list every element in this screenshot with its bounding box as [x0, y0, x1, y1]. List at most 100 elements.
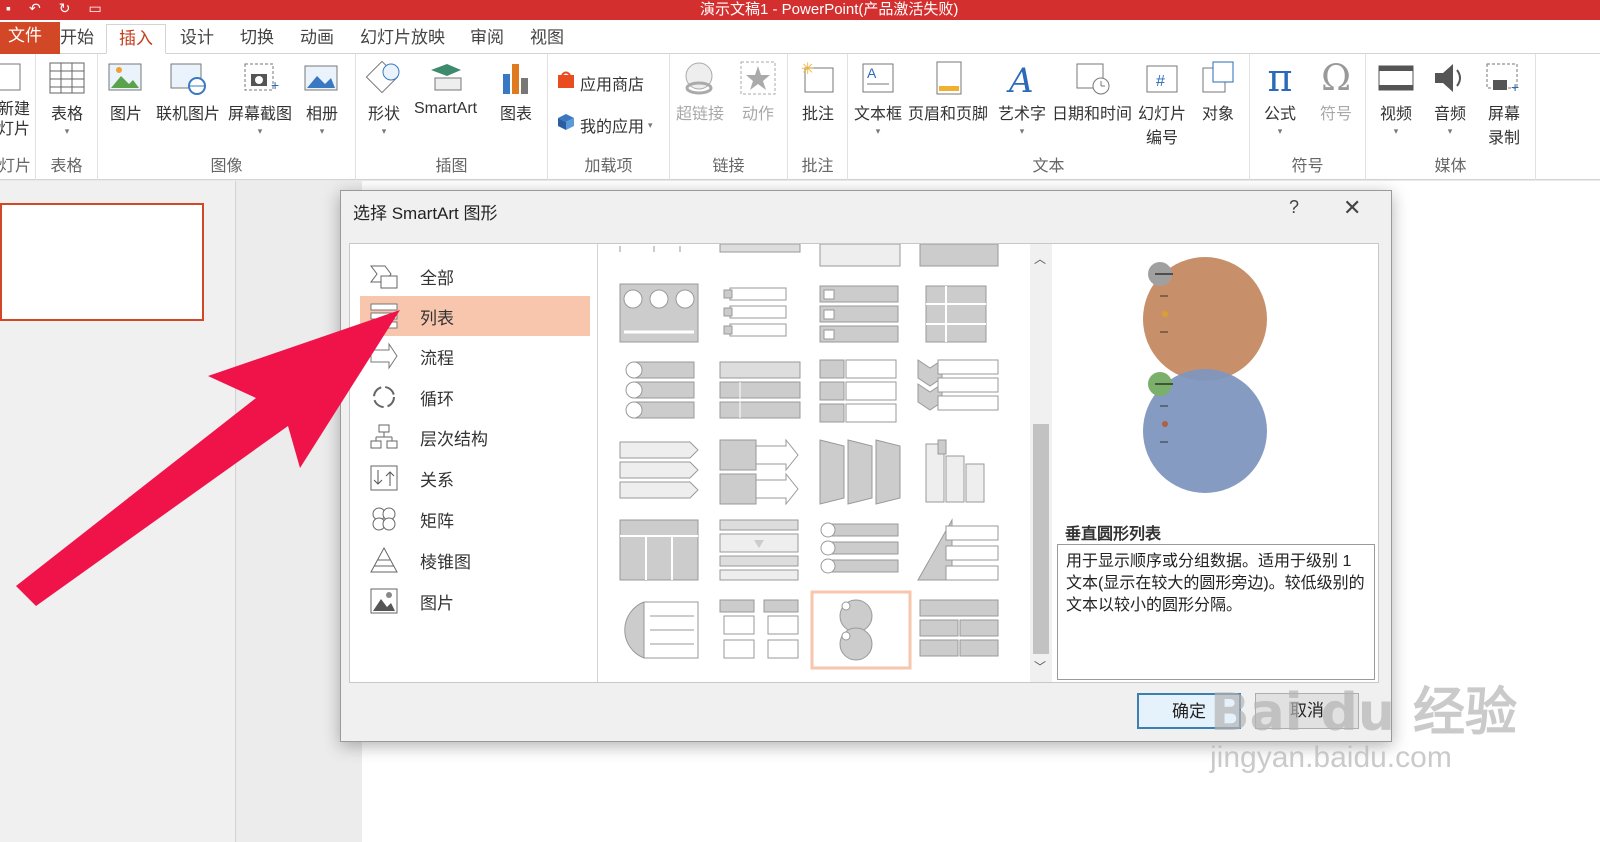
header-footer-label: 页眉和页脚 — [908, 106, 989, 123]
date-time-label: 日期和时间 — [1052, 106, 1133, 123]
tab-review[interactable]: 审阅 — [458, 24, 516, 54]
layout-thumbnail[interactable] — [719, 438, 799, 506]
layout-thumbnail[interactable] — [619, 519, 699, 581]
layout-thumbnail[interactable] — [919, 599, 999, 657]
slide-number-label-1: 幻灯片 — [1138, 106, 1187, 123]
layout-thumbnail[interactable] — [819, 244, 901, 267]
audio-button[interactable]: 音频 ▾ — [1430, 58, 1470, 137]
wordart-button[interactable]: A 艺术字 ▾ — [998, 58, 1046, 137]
object-icon — [1198, 58, 1238, 98]
layout-thumbnail[interactable] — [820, 522, 899, 574]
screen-recording-button[interactable]: + 屏幕 录制 — [1484, 58, 1524, 148]
video-button[interactable]: 视频 ▾ — [1376, 58, 1416, 137]
layout-thumbnail[interactable] — [917, 518, 999, 581]
comment-icon: ✳ — [798, 58, 838, 98]
save-icon[interactable]: ▪ — [6, 0, 11, 17]
caret-icon: ▾ — [1277, 126, 1283, 136]
layout-thumbnail[interactable] — [624, 601, 699, 659]
tab-slideshow[interactable]: 幻灯片放映 — [348, 24, 457, 54]
preview-name: 垂直圆形列表 — [1065, 526, 1162, 543]
tab-view[interactable]: 视图 — [518, 24, 576, 54]
caret-icon: ▾ — [648, 120, 653, 130]
layout-thumbnail[interactable] — [619, 283, 699, 343]
date-time-button[interactable]: 日期和时间 — [1052, 58, 1132, 124]
screenshot-label: 屏幕截图 — [228, 106, 293, 123]
tab-design[interactable]: 设计 — [168, 24, 226, 54]
dialog-title: 选择 SmartArt 图形 — [353, 204, 498, 223]
layout-thumbnail[interactable] — [917, 359, 999, 411]
redo-icon[interactable]: ↻ — [59, 0, 71, 17]
wordart-icon: A — [1002, 58, 1042, 98]
scroll-down-icon[interactable]: ﹀ — [1034, 658, 1046, 675]
new-slide-icon — [0, 58, 26, 98]
scrollbar-thumb[interactable] — [1033, 424, 1049, 654]
textbox-button[interactable]: A 文本框 ▾ — [854, 58, 902, 137]
header-footer-button[interactable]: 页眉和页脚 — [908, 58, 988, 124]
layout-thumbnail[interactable] — [925, 439, 985, 503]
help-button[interactable]: ? — [1289, 197, 1299, 218]
category-label: 列表 — [420, 308, 454, 328]
watermark-logo: Bai du 经验 — [1210, 683, 1517, 743]
layout-thumbnail-selected[interactable] — [810, 590, 912, 670]
my-apps-button[interactable]: 我的应用 ▾ — [556, 112, 653, 137]
gallery-scrollbar[interactable]: ︿ ﹀ — [1030, 244, 1052, 682]
tab-home[interactable]: 开始 — [48, 24, 106, 54]
group-illustrations: 形状 ▾ SmartArt 图表 插图 — [356, 54, 548, 180]
category-label: 层次结构 — [420, 429, 488, 449]
group-slides-label: 幻灯片 — [0, 158, 31, 175]
album-icon — [302, 58, 342, 98]
group-addins-label: 加载项 — [584, 158, 633, 175]
wordart-label: 艺术字 — [998, 106, 1047, 123]
group-links-label: 链接 — [712, 158, 745, 175]
group-symbols-label: 符号 — [1291, 158, 1324, 175]
video-label: 视频 — [1379, 106, 1412, 123]
layout-thumbnail[interactable] — [919, 244, 999, 267]
tab-transitions[interactable]: 切换 — [228, 24, 286, 54]
pictures-button[interactable]: 图片 — [106, 58, 146, 124]
caret-icon: ▾ — [1019, 126, 1025, 136]
object-button[interactable]: 对象 — [1198, 58, 1238, 124]
preview-description: 用于显示顺序或分组数据。适用于级别 1 文本(显示在较大的圆形旁边)。较低级别的… — [1057, 544, 1375, 680]
slide-number-button[interactable]: # 幻灯片 编号 — [1138, 58, 1186, 148]
layout-thumbnail[interactable] — [625, 361, 695, 419]
shapes-button[interactable]: 形状 ▾ — [364, 58, 404, 137]
tab-insert[interactable]: 插入 — [106, 24, 166, 54]
close-icon[interactable]: ✕ — [1343, 195, 1361, 221]
group-links: 超链接 动作 链接 — [670, 54, 788, 180]
present-icon[interactable]: ▭ — [88, 0, 101, 17]
screenshot-button[interactable]: + 屏幕截图 ▾ — [228, 58, 292, 137]
hyperlink-button[interactable]: 超链接 — [676, 58, 724, 124]
smartart-button[interactable]: SmartArt — [414, 58, 477, 118]
table-button[interactable]: 表格 ▾ — [44, 58, 90, 137]
layout-thumbnail[interactable] — [719, 244, 801, 253]
equation-button[interactable]: π 公式 ▾ — [1260, 56, 1300, 137]
photo-album-button[interactable]: 相册 ▾ — [302, 58, 342, 137]
store-button[interactable]: 应用商店 — [556, 70, 644, 95]
scroll-up-icon[interactable]: ︿ — [1034, 250, 1046, 267]
chart-icon — [496, 58, 536, 98]
table-icon — [47, 58, 87, 98]
layout-thumbnail[interactable] — [819, 359, 897, 423]
online-pictures-button[interactable]: 联机图片 — [156, 58, 220, 124]
category-label: 图片 — [420, 593, 454, 613]
chart-button[interactable]: 图表 — [496, 58, 536, 124]
layout-thumbnail[interactable] — [619, 246, 681, 252]
new-slide-button[interactable]: 新建 幻灯片 — [0, 58, 30, 140]
undo-icon[interactable]: ↶ — [29, 0, 41, 17]
layout-thumbnail[interactable] — [619, 441, 699, 499]
action-button[interactable]: 动作 — [738, 58, 778, 124]
tab-animations[interactable]: 动画 — [288, 24, 346, 54]
layout-thumbnail[interactable] — [819, 439, 901, 505]
layout-thumbnail[interactable] — [925, 285, 987, 343]
audio-label: 音频 — [1433, 106, 1466, 123]
layout-thumbnail[interactable] — [719, 519, 799, 581]
layout-thumbnail[interactable] — [719, 599, 799, 659]
preview-image — [1143, 257, 1267, 493]
comment-button[interactable]: ✳ 批注 — [798, 58, 838, 124]
layout-thumbnail[interactable] — [819, 285, 899, 343]
layout-thumbnail[interactable] — [723, 287, 787, 337]
group-comments: ✳ 批注 批注 — [788, 54, 848, 180]
layout-thumbnail[interactable] — [719, 361, 801, 419]
screenshot-icon: + — [240, 58, 280, 98]
symbol-button[interactable]: Ω 符号 — [1316, 58, 1356, 124]
